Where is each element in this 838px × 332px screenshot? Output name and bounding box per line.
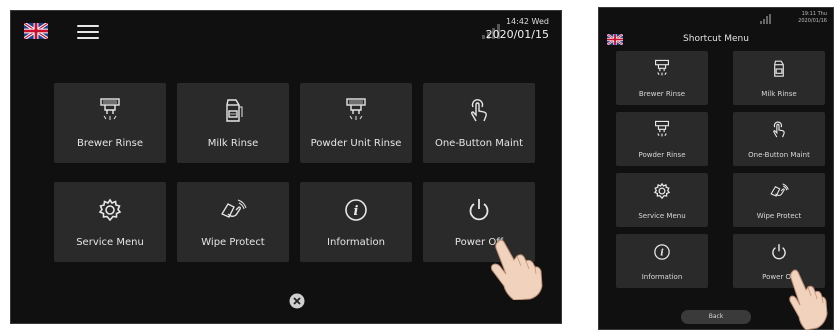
tile-label: One-Button Maint bbox=[434, 138, 524, 149]
tile-label: Milk Rinse bbox=[207, 138, 259, 149]
tile-label: Milk Rinse bbox=[761, 90, 797, 98]
main-menu-screen: 14:42 Wed 2020/01/15 Brewer Rinse Milk R… bbox=[10, 10, 562, 324]
clock-date: 2020/01/16 bbox=[798, 18, 827, 24]
tile-label: Information bbox=[641, 273, 683, 281]
clock: 14:42 Wed 2020/01/15 bbox=[486, 17, 549, 42]
menu-icon[interactable] bbox=[77, 25, 99, 39]
pointing-hand-icon bbox=[484, 234, 544, 300]
wipe-protect-icon bbox=[769, 181, 789, 201]
clock-time: 19:11 Thu bbox=[801, 11, 827, 17]
powder-rinse-icon bbox=[652, 120, 672, 140]
tile-brewer-rinse[interactable]: Brewer Rinse bbox=[54, 83, 166, 163]
powder-unit-rinse-icon bbox=[342, 97, 370, 125]
uk-flag-icon[interactable] bbox=[24, 23, 48, 39]
clock: 19:11 Thu 2020/01/16 bbox=[798, 11, 827, 25]
tile-service-menu[interactable]: Service Menu bbox=[54, 182, 166, 262]
gear-icon bbox=[96, 196, 124, 224]
page-title: Shortcut Menu bbox=[683, 34, 749, 44]
tile-powder-rinse[interactable]: Powder Rinse bbox=[616, 112, 708, 166]
tile-label: One-Button Maint bbox=[748, 151, 810, 159]
clock-time: 14:42 Wed bbox=[505, 17, 549, 26]
milk-rinse-icon bbox=[769, 59, 789, 79]
clock-date: 2020/01/15 bbox=[485, 28, 549, 41]
pointing-hand-icon bbox=[784, 266, 828, 330]
tile-label: Brewer Rinse bbox=[77, 138, 143, 149]
gear-icon bbox=[652, 181, 672, 201]
tile-powder-unit-rinse[interactable]: Powder Unit Rinse bbox=[300, 83, 412, 163]
svg-text:i: i bbox=[660, 248, 664, 259]
tile-label: Powder Unit Rinse bbox=[310, 138, 402, 149]
tile-wipe-protect[interactable]: Wipe Protect bbox=[177, 182, 289, 262]
tile-milk-rinse[interactable]: Milk Rinse bbox=[177, 83, 289, 163]
tile-brewer-rinse[interactable]: Brewer Rinse bbox=[616, 51, 708, 105]
tile-milk-rinse[interactable]: Milk Rinse bbox=[733, 51, 825, 105]
power-icon bbox=[465, 196, 493, 224]
top-bar: 14:42 Wed 2020/01/15 bbox=[11, 11, 561, 55]
tile-label: Information bbox=[327, 237, 385, 248]
tile-one-button-maint[interactable]: One-Button Maint bbox=[733, 112, 825, 166]
back-button[interactable]: Back bbox=[681, 310, 751, 324]
brewer-rinse-icon bbox=[652, 59, 672, 79]
tile-service-menu[interactable]: Service Menu bbox=[616, 173, 708, 227]
brewer-rinse-icon bbox=[96, 97, 124, 125]
touch-finger-icon bbox=[465, 97, 493, 125]
close-circle-icon[interactable] bbox=[289, 293, 305, 309]
power-icon bbox=[769, 242, 789, 262]
tile-information[interactable]: i Information bbox=[300, 182, 412, 262]
milk-rinse-icon bbox=[219, 97, 247, 125]
tile-label: Brewer Rinse bbox=[638, 90, 686, 98]
wipe-protect-icon bbox=[219, 196, 247, 224]
tile-label: Wipe Protect bbox=[201, 237, 265, 248]
tile-label: Wipe Protect bbox=[756, 212, 802, 220]
tile-label: Service Menu bbox=[76, 237, 144, 248]
info-icon: i bbox=[652, 242, 672, 262]
tile-information[interactable]: i Information bbox=[616, 234, 708, 288]
touch-finger-icon bbox=[769, 120, 789, 140]
svg-text:i: i bbox=[354, 204, 359, 219]
signal-icon bbox=[759, 13, 773, 24]
tile-label: Service Menu bbox=[638, 212, 686, 220]
tile-wipe-protect[interactable]: Wipe Protect bbox=[733, 173, 825, 227]
tile-one-button-maint[interactable]: One-Button Maint bbox=[423, 83, 535, 163]
info-icon: i bbox=[342, 196, 370, 224]
tile-label: Powder Rinse bbox=[638, 151, 686, 159]
